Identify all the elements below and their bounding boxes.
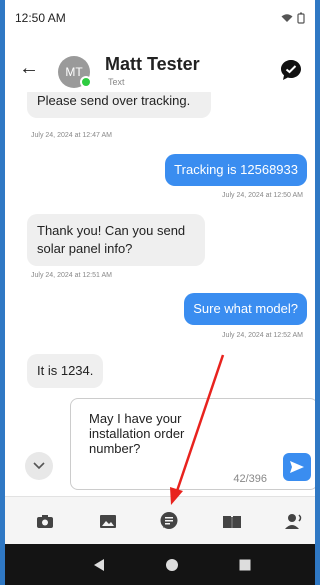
status-icons	[281, 12, 305, 24]
nav-recents-button[interactable]	[236, 556, 254, 574]
contact-channel-label: Text	[108, 77, 125, 87]
camera-icon	[37, 514, 53, 528]
image-icon	[100, 514, 116, 528]
chat-bubble-icon[interactable]	[279, 58, 303, 82]
message-input[interactable]: May I have your installation order numbe…	[89, 411, 229, 456]
contact-voice-button[interactable]	[282, 509, 306, 533]
message-icon	[160, 512, 178, 529]
nav-back-button[interactable]	[90, 556, 108, 574]
status-time: 12:50 AM	[15, 11, 66, 25]
message-button[interactable]	[157, 509, 181, 533]
nav-recents-icon	[239, 559, 251, 571]
camera-button[interactable]	[33, 509, 57, 533]
status-bar: 12:50 AM	[5, 0, 315, 36]
message-bubble-incoming: It is 1234.	[27, 354, 104, 388]
conversation-header: ← MT Matt Tester Text	[5, 48, 315, 90]
message-bubble-outgoing: Sure what model?	[184, 293, 307, 325]
nav-home-icon	[166, 559, 178, 571]
book-icon	[223, 515, 241, 528]
message-timestamp: July 24, 2024 at 12:47 AM	[31, 132, 112, 139]
message-timestamp: July 24, 2024 at 12:52 AM	[222, 332, 303, 339]
battery-icon	[297, 12, 305, 24]
message-timestamp: July 24, 2024 at 12:50 AM	[222, 192, 303, 199]
book-button[interactable]	[220, 509, 244, 533]
collapse-composer-button[interactable]	[25, 452, 53, 480]
chevron-down-icon	[33, 462, 45, 470]
send-button[interactable]	[283, 453, 311, 481]
nav-back-icon	[94, 559, 104, 571]
message-bubble-incoming: Thank you! Can you send solar panel info…	[27, 214, 205, 266]
character-counter: 42/396	[233, 473, 267, 485]
message-list[interactable]: Please send over tracking. July 24, 2024…	[5, 92, 315, 392]
person-voice-icon	[285, 514, 302, 529]
contact-name: Matt Tester	[105, 54, 200, 74]
wifi-icon	[281, 14, 293, 22]
phone-screen: 12:50 AM ← MT Matt Tester Text Please se…	[5, 0, 315, 585]
nav-home-button[interactable]	[163, 556, 181, 574]
image-button[interactable]	[96, 509, 120, 533]
message-bubble-outgoing: Tracking is 12568933	[165, 154, 307, 186]
message-composer[interactable]: May I have your installation order numbe…	[70, 398, 315, 490]
back-arrow-icon[interactable]: ←	[19, 58, 39, 78]
composer-toolbar	[5, 496, 315, 545]
online-status-icon	[80, 76, 92, 88]
message-timestamp: July 24, 2024 at 12:51 AM	[31, 272, 112, 279]
send-icon	[290, 461, 304, 473]
device-frame-right	[315, 0, 320, 585]
message-bubble-incoming: Please send over tracking.	[27, 92, 211, 118]
system-navigation-bar	[5, 544, 315, 585]
